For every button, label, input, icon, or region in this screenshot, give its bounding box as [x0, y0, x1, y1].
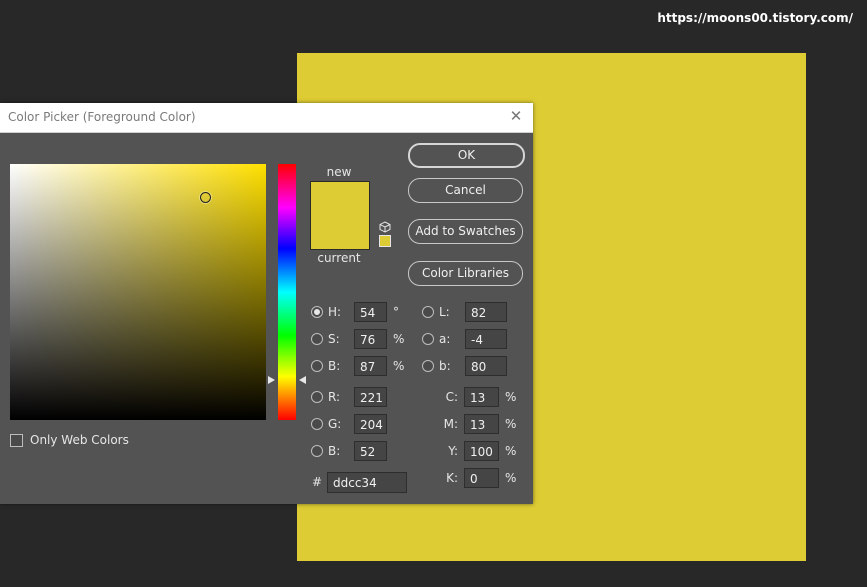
- saturation-radio[interactable]: [311, 333, 323, 345]
- lab-l-label: L:: [439, 305, 450, 319]
- close-icon[interactable]: ✕: [507, 107, 525, 125]
- brightness-label: B:: [328, 359, 341, 373]
- magenta-input[interactable]: 13: [464, 414, 499, 434]
- only-web-colors-checkbox[interactable]: [10, 433, 23, 447]
- cancel-button[interactable]: Cancel: [408, 178, 523, 203]
- dialog-title: Color Picker (Foreground Color): [8, 110, 196, 124]
- hue-row: H: 54 °: [311, 302, 399, 322]
- lab-a-radio[interactable]: [422, 333, 434, 345]
- only-web-colors-label: Only Web Colors: [30, 433, 129, 447]
- red-row: R: 221: [311, 387, 387, 407]
- color-picker-dialog: Color Picker (Foreground Color) ✕ Only W…: [0, 103, 533, 504]
- blue-input[interactable]: 52: [354, 441, 387, 461]
- web-safe-color-swatch[interactable]: [379, 235, 391, 247]
- lab-b-label: b:: [439, 359, 451, 373]
- red-radio[interactable]: [311, 391, 323, 403]
- new-color-label: new: [326, 165, 352, 179]
- lab-a-row: a: -4: [422, 329, 507, 349]
- lab-a-input[interactable]: -4: [465, 329, 507, 349]
- green-row: G: 204: [311, 414, 387, 434]
- saturation-brightness-field[interactable]: [10, 164, 266, 420]
- lab-l-radio[interactable]: [422, 306, 434, 318]
- hue-slider-left-arrow-icon[interactable]: [268, 376, 275, 384]
- saturation-unit: %: [393, 332, 405, 346]
- current-color-swatch[interactable]: [310, 215, 370, 250]
- add-to-swatches-button[interactable]: Add to Swatches: [408, 219, 523, 244]
- ok-button[interactable]: OK: [408, 143, 525, 168]
- lab-b-input[interactable]: 80: [465, 356, 507, 376]
- saturation-label: S:: [328, 332, 340, 346]
- black-label: K:: [446, 471, 458, 485]
- out-of-web-gamut-cube-icon[interactable]: [379, 221, 391, 233]
- blue-row: B: 52: [311, 441, 387, 461]
- magenta-row: M: 13 %: [443, 414, 516, 434]
- lab-b-row: b: 80: [422, 356, 507, 376]
- cyan-label: C:: [445, 390, 458, 404]
- green-radio[interactable]: [311, 418, 323, 430]
- dialog-titlebar[interactable]: Color Picker (Foreground Color) ✕: [0, 103, 533, 133]
- yellow-unit: %: [505, 444, 517, 458]
- saturation-input[interactable]: 76: [354, 329, 387, 349]
- red-input[interactable]: 221: [354, 387, 387, 407]
- brightness-input[interactable]: 87: [354, 356, 387, 376]
- only-web-colors-option[interactable]: Only Web Colors: [10, 433, 129, 447]
- green-input[interactable]: 204: [354, 414, 387, 434]
- red-label: R:: [328, 390, 341, 404]
- blue-label: B:: [328, 444, 341, 458]
- hue-input[interactable]: 54: [354, 302, 387, 322]
- hue-slider[interactable]: [278, 164, 296, 420]
- brightness-row: B: 87 %: [311, 356, 404, 376]
- blue-radio[interactable]: [311, 445, 323, 457]
- hue-slider-right-arrow-icon[interactable]: [299, 376, 306, 384]
- yellow-row: Y: 100 %: [443, 441, 516, 461]
- yellow-input[interactable]: 100: [464, 441, 499, 461]
- brightness-radio[interactable]: [311, 360, 323, 372]
- saturation-row: S: 76 %: [311, 329, 404, 349]
- color-libraries-button[interactable]: Color Libraries: [408, 261, 523, 286]
- black-row: K: 0 %: [443, 468, 516, 488]
- hue-label: H:: [328, 305, 342, 319]
- black-unit: %: [505, 471, 517, 485]
- magenta-unit: %: [505, 417, 517, 431]
- lab-b-radio[interactable]: [422, 360, 434, 372]
- hue-unit: °: [393, 305, 399, 319]
- hex-label: #: [312, 475, 323, 489]
- magenta-label: M:: [443, 417, 458, 431]
- green-label: G:: [328, 417, 342, 431]
- lab-a-label: a:: [439, 332, 451, 346]
- cyan-unit: %: [505, 390, 517, 404]
- lab-l-input[interactable]: 82: [465, 302, 507, 322]
- brightness-unit: %: [393, 359, 405, 373]
- cyan-row: C: 13 %: [443, 387, 516, 407]
- watermark-url: https://moons00.tistory.com/: [657, 11, 853, 25]
- lab-l-row: L: 82: [422, 302, 507, 322]
- black-input[interactable]: 0: [464, 468, 499, 488]
- hex-input[interactable]: ddcc34: [327, 472, 407, 493]
- hue-radio[interactable]: [311, 306, 323, 318]
- yellow-label: Y:: [448, 444, 458, 458]
- cyan-input[interactable]: 13: [464, 387, 499, 407]
- current-color-label: current: [317, 251, 361, 265]
- new-color-swatch: [310, 181, 370, 216]
- color-marker[interactable]: [200, 192, 211, 203]
